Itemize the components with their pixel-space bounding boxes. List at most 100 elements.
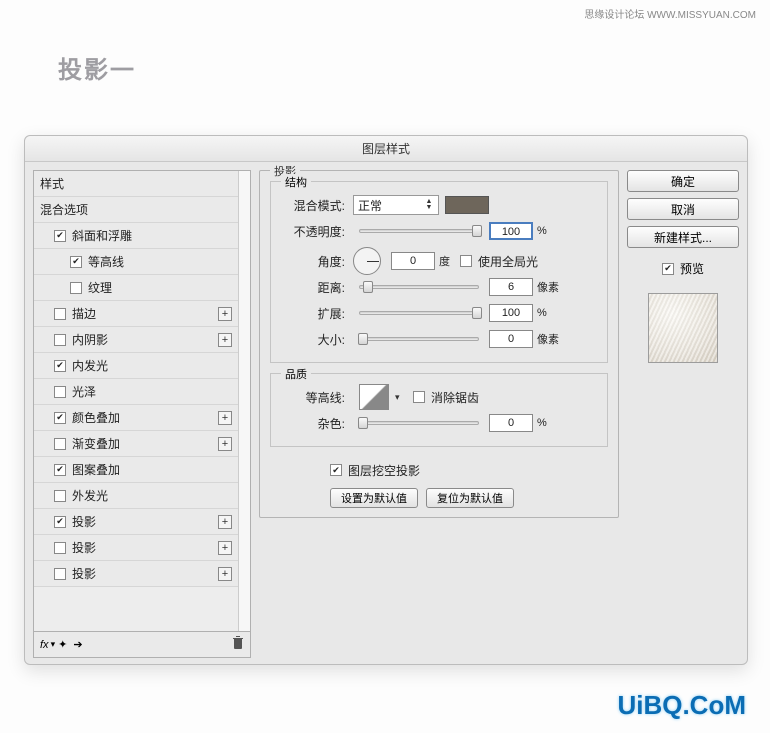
noise-label: 杂色:: [281, 415, 345, 432]
opacity-slider[interactable]: [359, 229, 479, 233]
blend-mode-select[interactable]: 正常▲▼: [353, 195, 439, 215]
size-label: 大小:: [281, 331, 345, 348]
cancel-button[interactable]: 取消: [627, 198, 739, 220]
style-item-8[interactable]: 渐变叠加 +: [34, 431, 238, 457]
style-item-label: 描边: [72, 305, 96, 322]
style-item-5[interactable]: 内发光: [34, 353, 238, 379]
style-checkbox[interactable]: [54, 334, 66, 346]
page-title: 投影一: [58, 50, 136, 85]
style-checkbox[interactable]: [54, 490, 66, 502]
distance-slider[interactable]: [359, 285, 479, 289]
style-item-12[interactable]: 投影+: [34, 535, 238, 561]
site-logo: UiBQ.CoM: [617, 690, 746, 721]
reset-default-button[interactable]: 复位为默认值: [426, 488, 514, 508]
style-item-3[interactable]: 描边 +: [34, 301, 238, 327]
style-item-1[interactable]: 等高线: [34, 249, 238, 275]
distance-label: 距离:: [281, 279, 345, 296]
preview-thumbnail: [648, 293, 718, 363]
add-effect-button[interactable]: +: [218, 333, 232, 347]
angle-input[interactable]: 0: [391, 252, 435, 270]
angle-dial[interactable]: [353, 247, 381, 275]
style-checkbox[interactable]: [54, 542, 66, 554]
new-style-button[interactable]: 新建样式...: [627, 226, 739, 248]
move-down-icon[interactable]: ➔: [73, 638, 82, 651]
size-slider[interactable]: [359, 337, 479, 341]
style-list-scrollbar[interactable]: [238, 171, 250, 631]
knockout-label: 图层挖空投影: [348, 462, 420, 479]
knockout-checkbox[interactable]: [330, 464, 342, 476]
noise-slider[interactable]: [359, 421, 479, 425]
ok-button[interactable]: 确定: [627, 170, 739, 192]
style-item-label: 渐变叠加: [72, 435, 120, 452]
style-item-label: 投影: [72, 565, 96, 582]
style-checkbox[interactable]: [54, 438, 66, 450]
style-checkbox[interactable]: [54, 360, 66, 372]
style-item-label: 内阴影: [72, 331, 108, 348]
style-checkbox[interactable]: [54, 308, 66, 320]
size-input[interactable]: 0: [489, 330, 533, 348]
style-item-label: 图案叠加: [72, 461, 120, 478]
style-list-footer: fx▾ ✦ ➔: [33, 632, 251, 658]
make-default-button[interactable]: 设置为默认值: [330, 488, 418, 508]
style-item-label: 内发光: [72, 357, 108, 374]
antialias-label: 消除锯齿: [431, 389, 479, 406]
style-item-label: 颜色叠加: [72, 409, 120, 426]
antialias-checkbox[interactable]: [413, 391, 425, 403]
opacity-input[interactable]: 100: [489, 222, 533, 240]
add-effect-button[interactable]: +: [218, 437, 232, 451]
fx-icon[interactable]: fx: [40, 639, 49, 651]
noise-input[interactable]: 0: [489, 414, 533, 432]
style-list-header-blending[interactable]: 混合选项: [34, 197, 238, 223]
spread-slider[interactable]: [359, 311, 479, 315]
add-effect-button[interactable]: +: [218, 411, 232, 425]
style-item-11[interactable]: 投影 +: [34, 509, 238, 535]
global-light-checkbox[interactable]: [460, 255, 472, 267]
shadow-color-swatch[interactable]: [445, 196, 489, 214]
trash-icon[interactable]: [232, 636, 244, 653]
contour-picker[interactable]: [359, 384, 389, 410]
contour-label: 等高线:: [281, 389, 345, 406]
style-item-9[interactable]: 图案叠加: [34, 457, 238, 483]
style-item-4[interactable]: 内阴影 +: [34, 327, 238, 353]
style-checkbox[interactable]: [54, 568, 66, 580]
preview-checkbox[interactable]: [662, 263, 674, 275]
global-light-label: 使用全局光: [478, 253, 538, 270]
blend-mode-label: 混合模式:: [281, 197, 345, 214]
style-item-label: 光泽: [72, 383, 96, 400]
quality-group: 品质 等高线: ▾ 消除锯齿 杂色: 0 %: [270, 373, 608, 447]
dialog-title: 图层样式: [25, 136, 747, 162]
drop-shadow-group: 投影 结构 混合模式: 正常▲▼ 不透明度: 100 %: [259, 170, 619, 518]
move-up-icon[interactable]: ✦: [58, 638, 67, 651]
structure-group: 结构 混合模式: 正常▲▼ 不透明度: 100 %: [270, 181, 608, 363]
add-effect-button[interactable]: +: [218, 541, 232, 555]
distance-input[interactable]: 6: [489, 278, 533, 296]
style-item-6[interactable]: 光泽: [34, 379, 238, 405]
style-checkbox[interactable]: [54, 464, 66, 476]
style-item-label: 纹理: [88, 279, 112, 296]
styles-panel: 样式 混合选项 斜面和浮雕等高线纹理描边 + 内阴影 + 内发光光泽颜色叠加 + 渐变叠加 +…: [33, 170, 251, 658]
style-checkbox[interactable]: [54, 230, 66, 242]
angle-label: 角度:: [281, 253, 345, 270]
style-checkbox[interactable]: [70, 256, 82, 268]
style-checkbox[interactable]: [54, 516, 66, 528]
add-effect-button[interactable]: +: [218, 307, 232, 321]
add-effect-button[interactable]: +: [218, 515, 232, 529]
spread-input[interactable]: 100: [489, 304, 533, 322]
style-item-label: 斜面和浮雕: [72, 227, 132, 244]
style-item-13[interactable]: 投影 +: [34, 561, 238, 587]
contour-dropdown-icon[interactable]: ▾: [395, 392, 405, 403]
style-list[interactable]: 样式 混合选项 斜面和浮雕等高线纹理描边 + 内阴影 + 内发光光泽颜色叠加 + 渐变叠加 +…: [33, 170, 251, 632]
style-checkbox[interactable]: [54, 412, 66, 424]
style-item-0[interactable]: 斜面和浮雕: [34, 223, 238, 249]
style-checkbox[interactable]: [70, 282, 82, 294]
style-item-2[interactable]: 纹理: [34, 275, 238, 301]
style-item-7[interactable]: 颜色叠加 +: [34, 405, 238, 431]
layer-style-dialog: 图层样式 样式 混合选项 斜面和浮雕等高线纹理描边 + 内阴影 + 内发光光泽颜色叠加 +…: [24, 135, 748, 665]
style-item-label: 等高线: [88, 253, 124, 270]
watermark-text: 思缘设计论坛 WWW.MISSYUAN.COM: [584, 6, 756, 21]
add-effect-button[interactable]: +: [218, 567, 232, 581]
style-checkbox[interactable]: [54, 386, 66, 398]
style-list-header-styles[interactable]: 样式: [34, 171, 238, 197]
style-item-label: 投影: [72, 513, 96, 530]
style-item-10[interactable]: 外发光: [34, 483, 238, 509]
